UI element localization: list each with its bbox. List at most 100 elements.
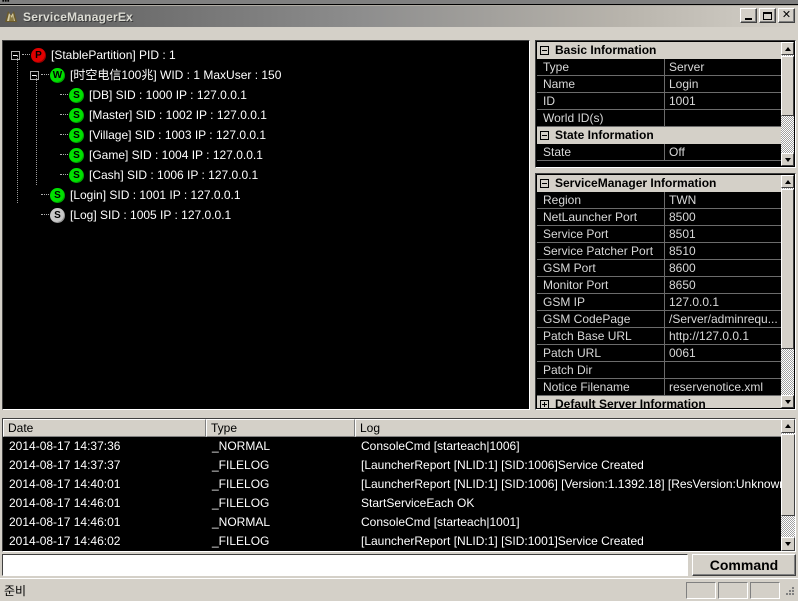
property-row[interactable]: NetLauncher Port 8500 [537, 209, 781, 226]
property-value[interactable] [665, 110, 781, 127]
category-expand-icon[interactable] [540, 400, 549, 408]
property-value[interactable]: 8500 [665, 209, 781, 226]
scroll-thumb[interactable] [781, 434, 795, 516]
log-row[interactable]: 2014-08-17 14:46:02 _FILELOG [LauncherRepo… [3, 532, 781, 551]
service-tree[interactable]: P [StablePartition] PID : 1 W [时空电信100兆] WI… [3, 41, 529, 225]
basic-info-scrollbar[interactable] [781, 42, 794, 166]
log-cell-type: _FILELOG [212, 477, 270, 491]
scroll-up-button[interactable] [781, 175, 794, 188]
tree-node[interactable]: S [Game] SID : 1004 IP : 127.0.0.1 [11, 145, 529, 165]
property-value[interactable]: 0061 [665, 345, 781, 362]
log-row[interactable]: 2014-08-17 14:37:37 _FILELOG [LauncherRepo… [3, 456, 781, 475]
tree-node[interactable]: S [Village] SID : 1003 IP : 127.0.0.1 [11, 125, 529, 145]
category-collapse-icon[interactable] [540, 46, 549, 55]
property-row[interactable]: Patch URL 0061 [537, 345, 781, 362]
maximize-button[interactable] [759, 8, 776, 23]
toolbar-strip [0, 27, 798, 40]
command-input[interactable] [2, 554, 688, 576]
log-header-type[interactable]: Type [206, 419, 355, 437]
property-row[interactable]: GSM Port 8600 [537, 260, 781, 277]
tree-node[interactable]: W [时空电信100兆] WID : 1 MaxUser : 150 [11, 65, 529, 85]
basic-info-propertygrid[interactable]: Basic Information Type Server Name Login ID 10… [535, 40, 796, 168]
property-value[interactable]: 8600 [665, 260, 781, 277]
property-value[interactable]: 8501 [665, 226, 781, 243]
property-row[interactable]: Notice Filename reservenotice.xml [537, 379, 781, 396]
log-cell-message: [LauncherReport [NLID:1] [SID:1001]Servi… [361, 534, 644, 548]
scroll-up-button[interactable] [781, 419, 795, 433]
log-rows[interactable]: 2014-08-17 14:37:36 _NORMAL ConsoleCmd [st… [3, 437, 781, 551]
property-category-header[interactable]: ServiceManager Information [537, 175, 781, 192]
log-row[interactable]: 2014-08-17 14:46:01 _FILELOG StartServiceE… [3, 494, 781, 513]
property-name: State [537, 144, 665, 161]
service-tree-panel[interactable]: P [StablePartition] PID : 1 W [时空电信100兆] WI… [2, 40, 530, 410]
tree-node[interactable]: S [Log] SID : 1005 IP : 127.0.0.1 [11, 205, 529, 225]
property-value[interactable]: 8510 [665, 243, 781, 260]
category-collapse-icon[interactable] [540, 131, 549, 140]
tree-node[interactable]: S [DB] SID : 1000 IP : 127.0.0.1 [11, 85, 529, 105]
minimize-button[interactable] [740, 8, 757, 23]
log-header-log[interactable]: Log [355, 419, 795, 437]
log-row[interactable]: 2014-08-17 14:46:01 _NORMAL ConsoleCmd [st… [3, 513, 781, 532]
status-pane-1 [686, 581, 716, 599]
property-name: GSM Port [537, 260, 665, 277]
log-row[interactable]: 2014-08-17 14:37:36 _NORMAL ConsoleCmd [st… [3, 437, 781, 456]
properties-pane: Basic Information Type Server Name Login ID 10… [535, 40, 796, 410]
title-bar[interactable]: ServiceManagerEx ✕ [0, 5, 798, 27]
log-cell-message: StartServiceEach OK [361, 496, 475, 510]
property-category-header[interactable]: Default Server Information [537, 396, 781, 408]
close-button[interactable]: ✕ [778, 8, 795, 23]
tree-collapse-icon[interactable] [30, 70, 39, 80]
property-value[interactable]: Off [665, 144, 781, 161]
property-category-header[interactable]: Basic Information [537, 42, 781, 59]
scroll-down-button[interactable] [781, 537, 795, 551]
property-row[interactable]: Name Login [537, 76, 781, 93]
property-value[interactable]: Login [665, 76, 781, 93]
property-row[interactable]: ID 1001 [537, 93, 781, 110]
category-collapse-icon[interactable] [540, 179, 549, 188]
status-pane-3 [750, 581, 780, 599]
log-row[interactable]: 2014-08-17 14:40:01 _FILELOG [LauncherRepo… [3, 475, 781, 494]
tree-node[interactable]: P [StablePartition] PID : 1 [11, 45, 529, 65]
scroll-thumb[interactable] [781, 189, 794, 349]
property-row[interactable]: Patch Dir [537, 362, 781, 379]
scroll-up-button[interactable] [781, 42, 794, 55]
scroll-down-button[interactable] [781, 153, 794, 166]
property-row[interactable]: GSM CodePage/Server/adminrequ... [537, 311, 781, 328]
property-value[interactable]: Server [665, 59, 781, 76]
property-value[interactable]: /Server/adminrequ... [665, 311, 781, 328]
tree-node[interactable]: S [Master] SID : 1002 IP : 127.0.0.1 [11, 105, 529, 125]
servicemanager-info-scrollbar[interactable] [781, 175, 794, 408]
property-row[interactable]: Patch Base URL http://127.0.0.1 [537, 328, 781, 345]
log-scrollbar[interactable] [781, 419, 795, 551]
property-row[interactable]: Type Server [537, 59, 781, 76]
tree-node[interactable]: S [Login] SID : 1001 IP : 127.0.0.1 [11, 185, 529, 205]
property-value[interactable]: 1001 [665, 93, 781, 110]
property-row[interactable]: World ID(s) [537, 110, 781, 127]
scroll-thumb[interactable] [781, 56, 794, 116]
tree-node-s-icon: S [50, 207, 65, 223]
property-category-header[interactable]: State Information [537, 127, 781, 144]
log-cell-date: 2014-08-17 14:46:02 [9, 534, 121, 548]
tree-node[interactable]: S [Cash] SID : 1006 IP : 127.0.0.1 [11, 165, 529, 185]
scroll-down-button[interactable] [781, 395, 794, 408]
property-name: GSM CodePage [537, 311, 665, 328]
property-row[interactable]: Region TWN [537, 192, 781, 209]
property-row[interactable]: Service Patcher Port 8510 [537, 243, 781, 260]
property-row[interactable]: Monitor Port 8650 [537, 277, 781, 294]
property-value[interactable] [665, 362, 781, 379]
log-header-date[interactable]: Date [3, 419, 206, 437]
servicemanager-info-propertygrid[interactable]: ServiceManager Information Region TWN NetLa… [535, 173, 796, 410]
property-row[interactable]: Service Port 8501 [537, 226, 781, 243]
tree-collapse-icon[interactable] [11, 50, 20, 60]
tree-connector-line [60, 94, 68, 96]
property-row[interactable]: GSM IP 127.0.0.1 [537, 294, 781, 311]
resize-grip[interactable] [782, 583, 796, 597]
property-value[interactable]: TWN [665, 192, 781, 209]
property-row[interactable]: State Off [537, 144, 781, 161]
command-button[interactable]: Command [692, 554, 796, 576]
property-value[interactable]: http://127.0.0.1 [665, 328, 781, 345]
property-value[interactable]: 127.0.0.1 [665, 294, 781, 311]
log-list-panel[interactable]: Date Type Log 2014-08-17 14:37:36 _NORMAL… [2, 418, 796, 552]
property-value[interactable]: 8650 [665, 277, 781, 294]
property-value[interactable]: reservenotice.xml [665, 379, 781, 396]
